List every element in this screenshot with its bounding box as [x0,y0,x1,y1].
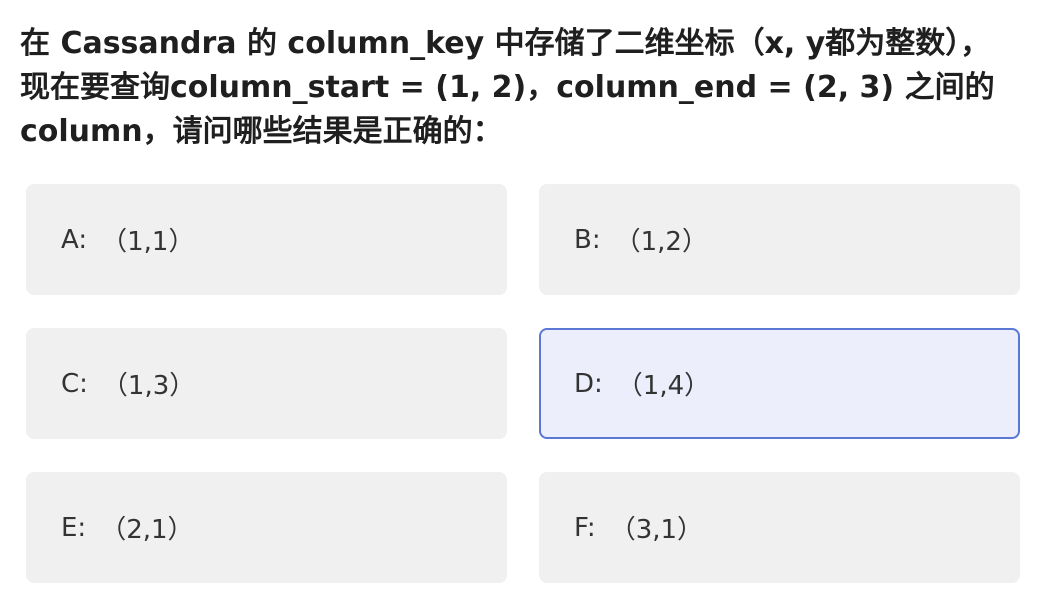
options-grid: A: （1,1） B: （1,2） C: （1,3） D: （1,4） E: （… [26,184,1020,583]
option-value: （1,4） [616,371,711,401]
option-e[interactable]: E: （2,1） [26,472,507,583]
option-letter: C: [61,368,88,399]
question-text: 在 Cassandra 的 column_key 中存储了二维坐标（x, y都为… [20,26,995,149]
option-value: （3,1） [609,515,704,545]
option-c[interactable]: C: （1,3） [26,328,507,439]
option-value: （1,3） [101,371,196,401]
option-value: （2,1） [100,515,194,545]
option-letter: F: [574,512,596,543]
option-d[interactable]: D: （1,4） [539,328,1020,439]
option-letter: D: [574,368,603,399]
option-f[interactable]: F: （3,1） [539,472,1020,583]
option-a[interactable]: A: （1,1） [26,184,507,295]
option-b[interactable]: B: （1,2） [539,184,1020,295]
option-value: （1,1） [101,227,195,257]
option-letter: B: [574,224,601,255]
option-letter: A: [61,224,88,255]
option-letter: E: [61,512,87,543]
option-value: （1,2） [614,227,708,257]
